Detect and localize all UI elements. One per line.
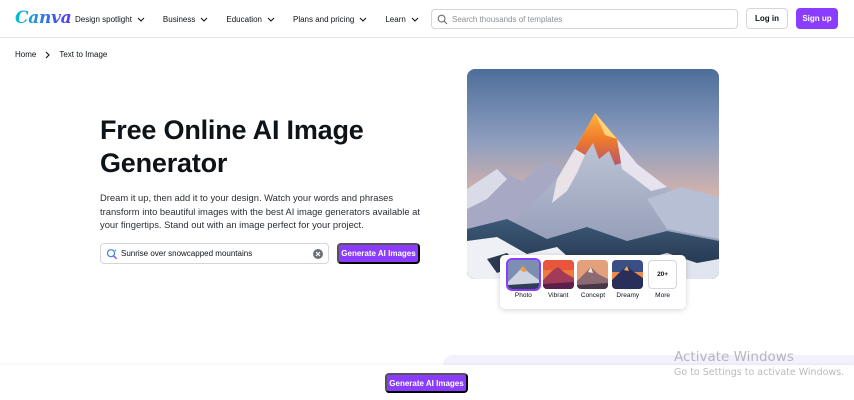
chevron-down-icon xyxy=(199,14,209,24)
chevron-down-icon xyxy=(266,14,276,24)
dreamy-style-thumbnail xyxy=(612,260,644,289)
style-option-dreamy[interactable]: Dreamy xyxy=(610,260,645,309)
style-option-vibrant[interactable]: Vibrant xyxy=(541,260,576,309)
breadcrumb-current: Text to Image xyxy=(59,50,108,59)
signup-button[interactable]: Sign up xyxy=(796,8,838,29)
watermark-subtitle: Go to Settings to activate Windows. xyxy=(674,367,845,378)
breadcrumb-home[interactable]: Home xyxy=(15,50,36,59)
top-navbar: Canva Design spotlight Business Educatio… xyxy=(0,0,854,38)
style-label: Vibrant xyxy=(547,292,569,299)
main-nav: Design spotlight Business Education Plan… xyxy=(75,0,437,38)
nav-label: Design spotlight xyxy=(75,14,132,24)
style-option-more[interactable]: 20+ More xyxy=(645,260,680,309)
chevron-down-icon xyxy=(410,14,420,24)
generate-ai-images-button[interactable]: Generate AI Images xyxy=(337,243,420,264)
search-input[interactable] xyxy=(452,14,722,24)
style-option-photo[interactable]: Photo xyxy=(505,258,541,309)
style-label: Photo xyxy=(514,292,532,299)
prompt-input[interactable] xyxy=(121,249,313,258)
photo-style-thumbnail xyxy=(505,258,541,291)
style-option-concept[interactable]: Concept xyxy=(576,260,611,309)
nav-label: Education xyxy=(226,14,262,24)
chevron-right-icon xyxy=(44,51,51,59)
windows-activation-watermark: Activate Windows Go to Settings to activ… xyxy=(674,349,844,380)
style-picker: Photo Vibrant Concept Dreamy 20+ More xyxy=(500,255,686,309)
hero-description: Dream it up, then add it to your design.… xyxy=(100,192,420,230)
watermark-title: Activate Windows xyxy=(674,349,794,365)
template-search[interactable] xyxy=(431,9,738,29)
chevron-down-icon xyxy=(136,14,146,24)
style-label: More xyxy=(655,292,670,299)
search-icon xyxy=(437,14,448,25)
nav-business[interactable]: Business xyxy=(163,14,209,24)
nav-label: Learn xyxy=(385,14,406,24)
nav-label: Business xyxy=(162,14,196,24)
prompt-field[interactable] xyxy=(100,243,329,264)
vibrant-style-thumbnail xyxy=(542,260,574,289)
nav-plans-and-pricing[interactable]: Plans and pricing xyxy=(293,14,368,24)
breadcrumb: Home Text to Image xyxy=(15,50,107,59)
more-styles-count: 20+ xyxy=(648,260,678,289)
nav-education[interactable]: Education xyxy=(226,14,276,24)
style-label: Dreamy xyxy=(616,292,640,299)
concept-style-thumbnail xyxy=(577,260,609,289)
sticky-generate-button[interactable]: Generate AI Images xyxy=(385,373,468,393)
chevron-down-icon xyxy=(358,14,368,24)
page-title: Free Online AI Image Generator xyxy=(100,115,364,178)
nav-design-spotlight[interactable]: Design spotlight xyxy=(75,14,146,24)
canva-logo[interactable]: Canva xyxy=(15,8,72,28)
nav-learn[interactable]: Learn xyxy=(385,14,419,24)
magic-search-icon xyxy=(106,248,118,260)
clear-icon[interactable] xyxy=(313,248,323,259)
hero-mountain-image xyxy=(467,69,719,279)
style-label: Concept xyxy=(580,292,606,299)
login-button[interactable]: Log in xyxy=(746,8,788,29)
nav-label: Plans and pricing xyxy=(292,14,355,24)
